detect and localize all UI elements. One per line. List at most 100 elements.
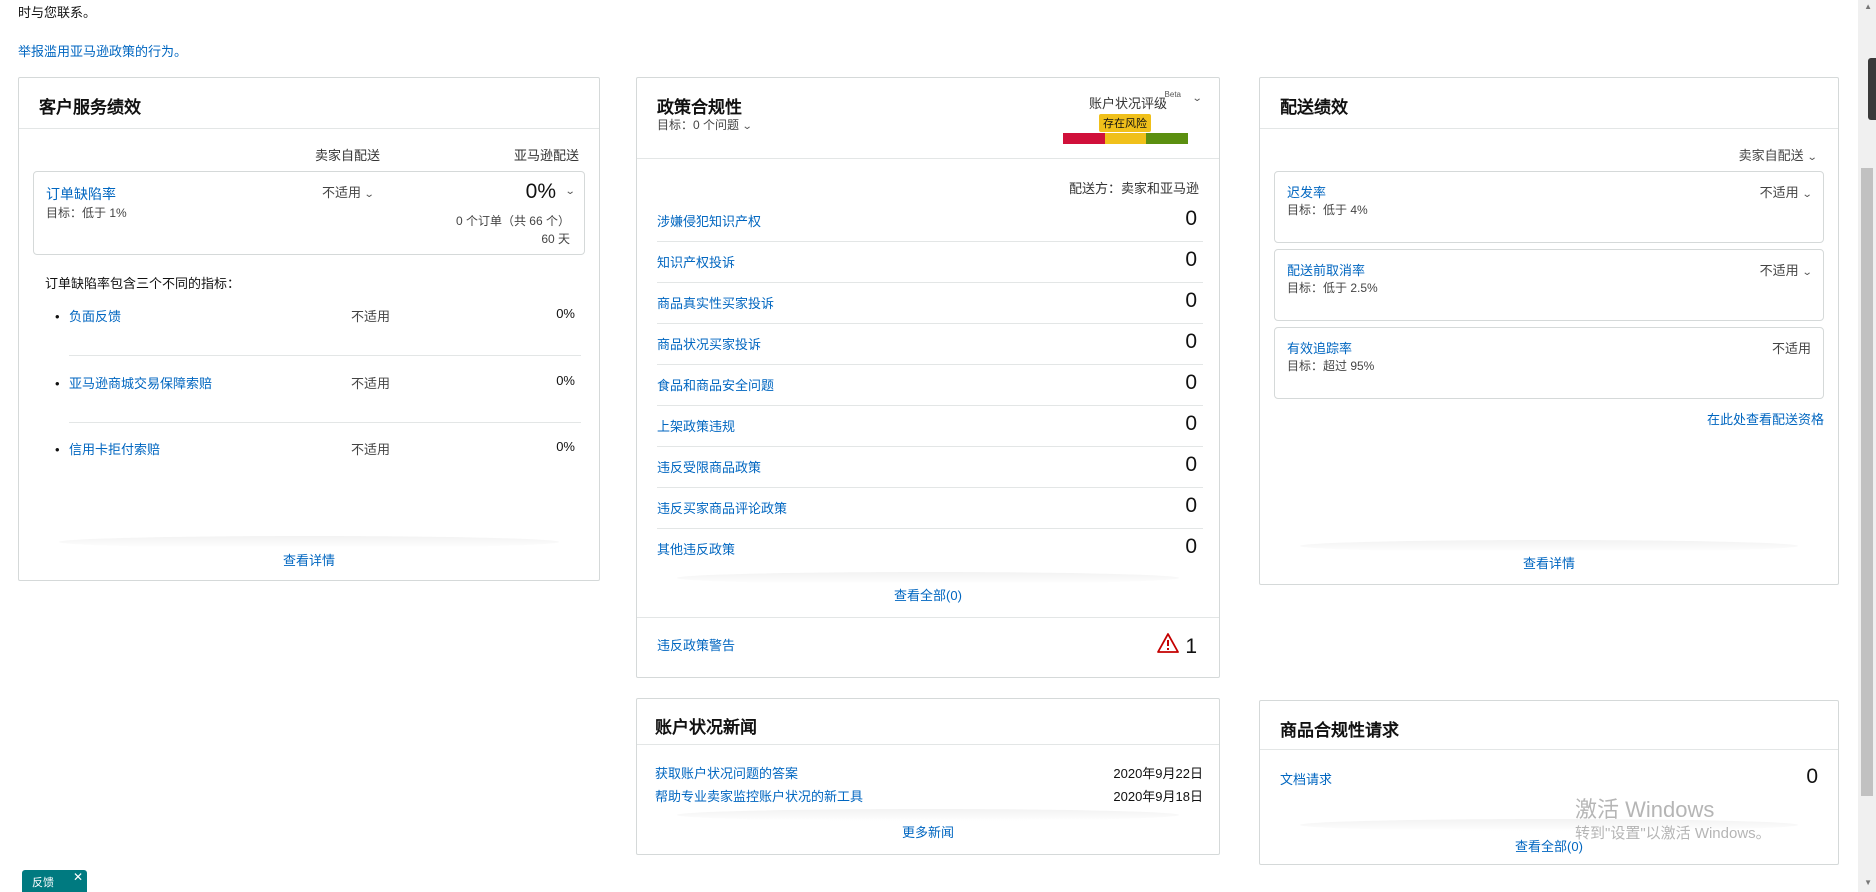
odr-amazon-value: 0% [525,180,556,203]
policy-value: 0 [1185,248,1197,271]
feedback-tab[interactable]: 反馈 ✕ [22,870,87,892]
delivery-metric-target: 目标：超过 95% [1287,359,1375,373]
delivery-metric-target: 目标：低于 4% [1287,203,1368,217]
bullet-icon: • [55,376,60,391]
odr-orders: 0 个订单（共 66 个） [455,214,570,228]
odr-box: 订单缺陷率 目标：低于 1% 不适用 ⌄ 0% ⌄ 0 个订单（共 66 个） 6… [33,171,585,255]
news-link[interactable]: 帮助专业卖家监控账户状况的新工具 [655,789,863,804]
policy-link[interactable]: 上架政策违规 [657,416,735,435]
divider [1300,540,1798,552]
more-news-link[interactable]: 更多新闻 [637,822,1219,841]
chevron-down-icon: ⌄ [1801,189,1813,200]
policy-compliance-card: 政策合规性 目标：0 个问题 ⌄ 账户状况评级 Beta ⌄ 存在风险 配送方：卖… [636,77,1220,678]
metric-row: • 负面反馈 不适用 0% [55,306,581,356]
metric-link[interactable]: 负面反馈 [69,306,121,325]
chevron-down-icon[interactable]: ⌄ [1191,93,1202,104]
policy-row: 商品真实性买家投诉 0 [657,283,1203,324]
odr-seller-dropdown[interactable]: 不适用 ⌄ [322,182,375,201]
delivery-metric-value-dropdown[interactable]: 不适用 ⌄ [1759,182,1813,201]
delivery-metric-value: 不适用 [1771,341,1811,356]
metric-link[interactable]: 信用卡拒付索赔 [69,439,160,458]
policy-link[interactable]: 违反买家商品评论政策 [657,498,787,517]
report-abuse-link[interactable]: 举报滥用亚马逊政策的行为。 [18,41,187,60]
scroll-up-icon[interactable]: ▲ [1864,2,1872,11]
side-widget-handle[interactable] [1868,58,1876,120]
news-link[interactable]: 获取账户状况问题的答案 [655,766,798,781]
policy-link[interactable]: 涉嫌侵犯知识产权 [657,211,761,230]
news-title: 账户状况新闻 [655,718,757,737]
news-date: 2020年9月22日 [1113,766,1203,781]
policy-row: 上架政策违规 0 [657,406,1203,447]
document-request-value: 0 [1806,765,1818,788]
policy-link[interactable]: 食品和商品安全问题 [657,375,774,394]
ahr-beta-badge: Beta [1164,90,1181,99]
chevron-down-icon: ⌄ [1801,267,1813,278]
policy-row: 知识产权投诉 0 [657,242,1203,283]
policy-row: 商品状况买家投诉 0 [657,324,1203,365]
news-item: 获取账户状况问题的答案 2020年9月22日 [655,763,1203,782]
policy-value: 0 [1185,535,1197,558]
delivery-performance-card: 配送绩效 卖家自配送 ⌄ 迟发率 目标：低于 4% 不适用 ⌄ 配送前取消率 目标：… [1259,77,1839,585]
chevron-down-icon: ⌄ [1806,152,1818,163]
news-header: 账户状况新闻 [637,699,1219,745]
policy-title: 政策合规性 [657,98,742,117]
policy-view-all-link[interactable]: 查看全部(0) [637,585,1219,604]
divider [637,617,1219,618]
delivery-seller-label: 卖家自配送 [1738,148,1804,163]
metric-amazon-value: 0% [556,439,575,454]
chevron-down-icon[interactable]: ⌄ [564,186,575,197]
policy-header: 政策合规性 目标：0 个问题 ⌄ 账户状况评级 Beta ⌄ 存在风险 [637,78,1219,159]
ahr-bar-yellow [1104,133,1147,144]
policy-row: 其他违反政策 0 [657,529,1203,570]
policy-warnings-link[interactable]: 违反政策警告 [657,635,735,654]
delivery-header: 配送绩效 [1260,78,1838,129]
policy-target-dropdown[interactable]: 目标：0 个问题 ⌄ [657,116,753,133]
delivery-metric-link[interactable]: 有效追踪率 [1287,338,1352,357]
delivery-seller-dropdown[interactable]: 卖家自配送 ⌄ [1738,145,1818,164]
odr-link[interactable]: 订单缺陷率 [46,184,116,204]
divider [677,572,1179,584]
policy-link[interactable]: 违反受限商品政策 [657,457,761,476]
delivery-view-details-link[interactable]: 查看详情 [1260,553,1838,572]
policy-link[interactable]: 商品状况买家投诉 [657,334,761,353]
delivery-metric-value: 不适用 [1759,185,1799,200]
close-icon[interactable]: ✕ [73,870,83,884]
metric-link[interactable]: 亚马逊商城交易保障索赔 [69,373,212,392]
policy-link[interactable]: 商品真实性买家投诉 [657,293,774,312]
policy-link[interactable]: 知识产权投诉 [657,252,735,271]
scroll-down-icon[interactable]: ▼ [1864,878,1872,887]
vertical-scrollbar[interactable]: ▲ ▼ [1858,0,1876,892]
delivery-metric-link[interactable]: 配送前取消率 [1287,260,1365,279]
metric-row: • 信用卡拒付索赔 不适用 0% [55,439,581,489]
document-request-link[interactable]: 文档请求 [1280,769,1332,788]
metric-amazon-value: 0% [556,373,575,388]
bullet-icon: • [55,309,60,324]
ahr-rating-bar [1063,133,1189,144]
odr-seller-value: 不适用 [322,185,362,200]
delivery-metric-box: 迟发率 目标：低于 4% 不适用 ⌄ [1274,171,1824,243]
delivery-metric-link[interactable]: 迟发率 [1287,182,1326,201]
product-compliance-title: 商品合规性请求 [1280,721,1399,740]
scrollbar-thumb[interactable] [1861,168,1873,796]
bullet-icon: • [55,442,60,457]
news-item: 帮助专业卖家监控账户状况的新工具 2020年9月18日 [655,786,1203,805]
windows-activation-watermark-text: 转到"设置"以激活 Windows。 [1575,825,1771,842]
policy-link[interactable]: 其他违反政策 [657,539,735,558]
metric-seller-value: 不适用 [351,442,391,457]
cs-view-details-link[interactable]: 查看详情 [19,550,599,569]
delivery-metric-value: 不适用 [1759,263,1799,278]
policy-value: 0 [1185,289,1197,312]
chevron-down-icon: ⌄ [741,121,753,132]
delivery-metric-box: 有效追踪率 目标：超过 95% 不适用 [1274,327,1824,399]
policy-row: 违反买家商品评论政策 0 [657,488,1203,529]
delivery-metric-value-dropdown[interactable]: 不适用 ⌄ [1759,260,1813,279]
product-compliance-header: 商品合规性请求 [1260,701,1838,750]
odr-intro: 订单缺陷率包含三个不同的指标： [45,276,241,291]
odr-target: 目标：低于 1% [46,206,127,220]
divider [677,809,1179,821]
policy-row: 食品和商品安全问题 0 [657,365,1203,406]
delivery-qualification-link[interactable]: 在此处查看配送资格 [1707,409,1824,428]
policy-row: 违反受限商品政策 0 [657,447,1203,488]
policy-row: 涉嫌侵犯知识产权 0 [657,201,1203,242]
divider [59,536,559,548]
